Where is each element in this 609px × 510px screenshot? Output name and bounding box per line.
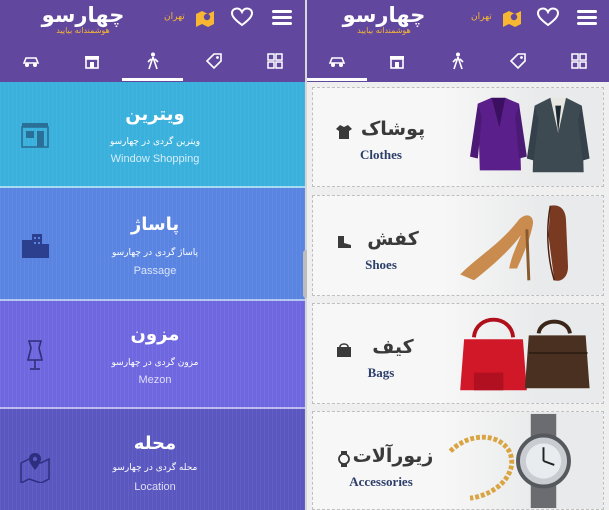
panel-en: Passage [133, 265, 177, 277]
map-pin-icon [20, 453, 50, 483]
category-title-fa: زیورآلات [352, 445, 434, 467]
walking-shopper-icon [146, 52, 159, 70]
category-title-en: Accessories [349, 474, 413, 489]
tab-tag[interactable] [488, 42, 548, 80]
storefront-icon [21, 123, 49, 148]
panel-title: مزون [130, 324, 180, 345]
favorites-heart-icon[interactable] [230, 6, 254, 28]
category-card-accessories[interactable]: زیورآلات Accessories [312, 411, 604, 510]
menu-hamburger-icon[interactable] [575, 6, 599, 28]
car-icon [328, 57, 346, 67]
panel-en: Window Shopping [110, 153, 200, 165]
tab-shop[interactable] [367, 42, 427, 80]
panel-mezon[interactable]: مزون مزون گردی در چهارسو Mezon [0, 301, 305, 409]
jackets-image [470, 97, 590, 173]
category-title-fa: کیف [372, 336, 414, 358]
header-bar: چهارسو هوشمندانه بیایید تهران [0, 0, 305, 82]
tab-car[interactable] [307, 42, 367, 81]
panel-title: ویترین [125, 104, 185, 125]
grid-icon [266, 53, 283, 69]
city-label: تهران [471, 12, 492, 22]
header-bar: چهارسو هوشمندانه بیایید تهران [307, 0, 609, 82]
panel-desc: ویترین گردی در چهارسو [109, 137, 201, 147]
tab-walking[interactable] [122, 42, 183, 81]
logo-text: چهارسو [342, 3, 426, 27]
app-logo[interactable]: چهارسو هوشمندانه بیایید [28, 4, 138, 36]
city-selector[interactable]: تهران [164, 8, 216, 30]
category-card-bags[interactable]: کیف Bags [312, 303, 604, 404]
logo-tagline: هوشمندانه بیایید [56, 26, 110, 35]
grid-icon [570, 53, 587, 69]
tab-tag[interactable] [183, 42, 244, 80]
panel-desc: پاساژ گردی در چهارسو [111, 248, 199, 258]
city-map-icon [503, 11, 521, 27]
tab-bar [307, 42, 609, 81]
panel-window-shopping[interactable]: ویترین ویترین گردی در چهارسو Window Shop… [0, 82, 305, 188]
city-label: تهران [164, 12, 185, 22]
tab-bar [0, 42, 305, 81]
category-title-fa: کفش [367, 228, 419, 250]
panel-desc: محله گردی در چهارسو [112, 463, 198, 473]
tab-car[interactable] [0, 42, 61, 80]
panel-location[interactable]: محله محله گردی در چهارسو Location [0, 409, 305, 510]
price-tag-icon [205, 53, 222, 70]
bags-image [460, 317, 590, 391]
category-title-en: Shoes [365, 257, 397, 272]
price-tag-icon [509, 53, 526, 70]
logo-text: چهارسو [41, 3, 125, 27]
category-card-clothes[interactable]: پوشاک Clothes [312, 87, 604, 187]
watch-image [448, 413, 571, 509]
car-icon [22, 57, 39, 67]
app-logo[interactable]: چهارسو هوشمندانه بیایید [329, 4, 439, 36]
tab-grid[interactable] [548, 42, 609, 80]
category-title-fa: پوشاک [360, 118, 426, 140]
mannequin-icon [26, 340, 44, 370]
screen-left: چهارسو هوشمندانه بیایید تهران ویترین ویت… [0, 0, 305, 510]
shop-icon [390, 56, 404, 69]
buildings-icon [22, 234, 49, 258]
tab-shop[interactable] [61, 42, 122, 80]
panel-desc: مزون گردی در چهارسو [111, 358, 199, 368]
shoes-image [460, 205, 569, 281]
panel-title: پاساژ [130, 214, 180, 235]
logo-tagline: هوشمندانه بیایید [357, 26, 411, 35]
panel-title: محله [133, 433, 177, 454]
menu-hamburger-icon[interactable] [270, 6, 294, 28]
screen-right: چهارسو هوشمندانه بیایید تهران پوشاک Clot… [307, 0, 609, 510]
favorites-heart-icon[interactable] [536, 6, 560, 28]
panel-passage[interactable]: پاساژ پاساژ گردی در چهارسو Passage [0, 188, 305, 301]
category-card-shoes[interactable]: کفش Shoes [312, 195, 604, 296]
walking-shopper-icon [451, 52, 464, 70]
panel-en: Mezon [138, 374, 172, 386]
city-map-icon [196, 11, 214, 27]
tab-grid[interactable] [244, 42, 305, 80]
shop-icon [84, 56, 99, 69]
category-title-en: Bags [367, 365, 395, 380]
tab-walking[interactable] [427, 42, 488, 80]
city-selector[interactable]: تهران [471, 8, 523, 30]
panel-en: Location [134, 481, 176, 493]
category-title-en: Clothes [360, 147, 402, 162]
